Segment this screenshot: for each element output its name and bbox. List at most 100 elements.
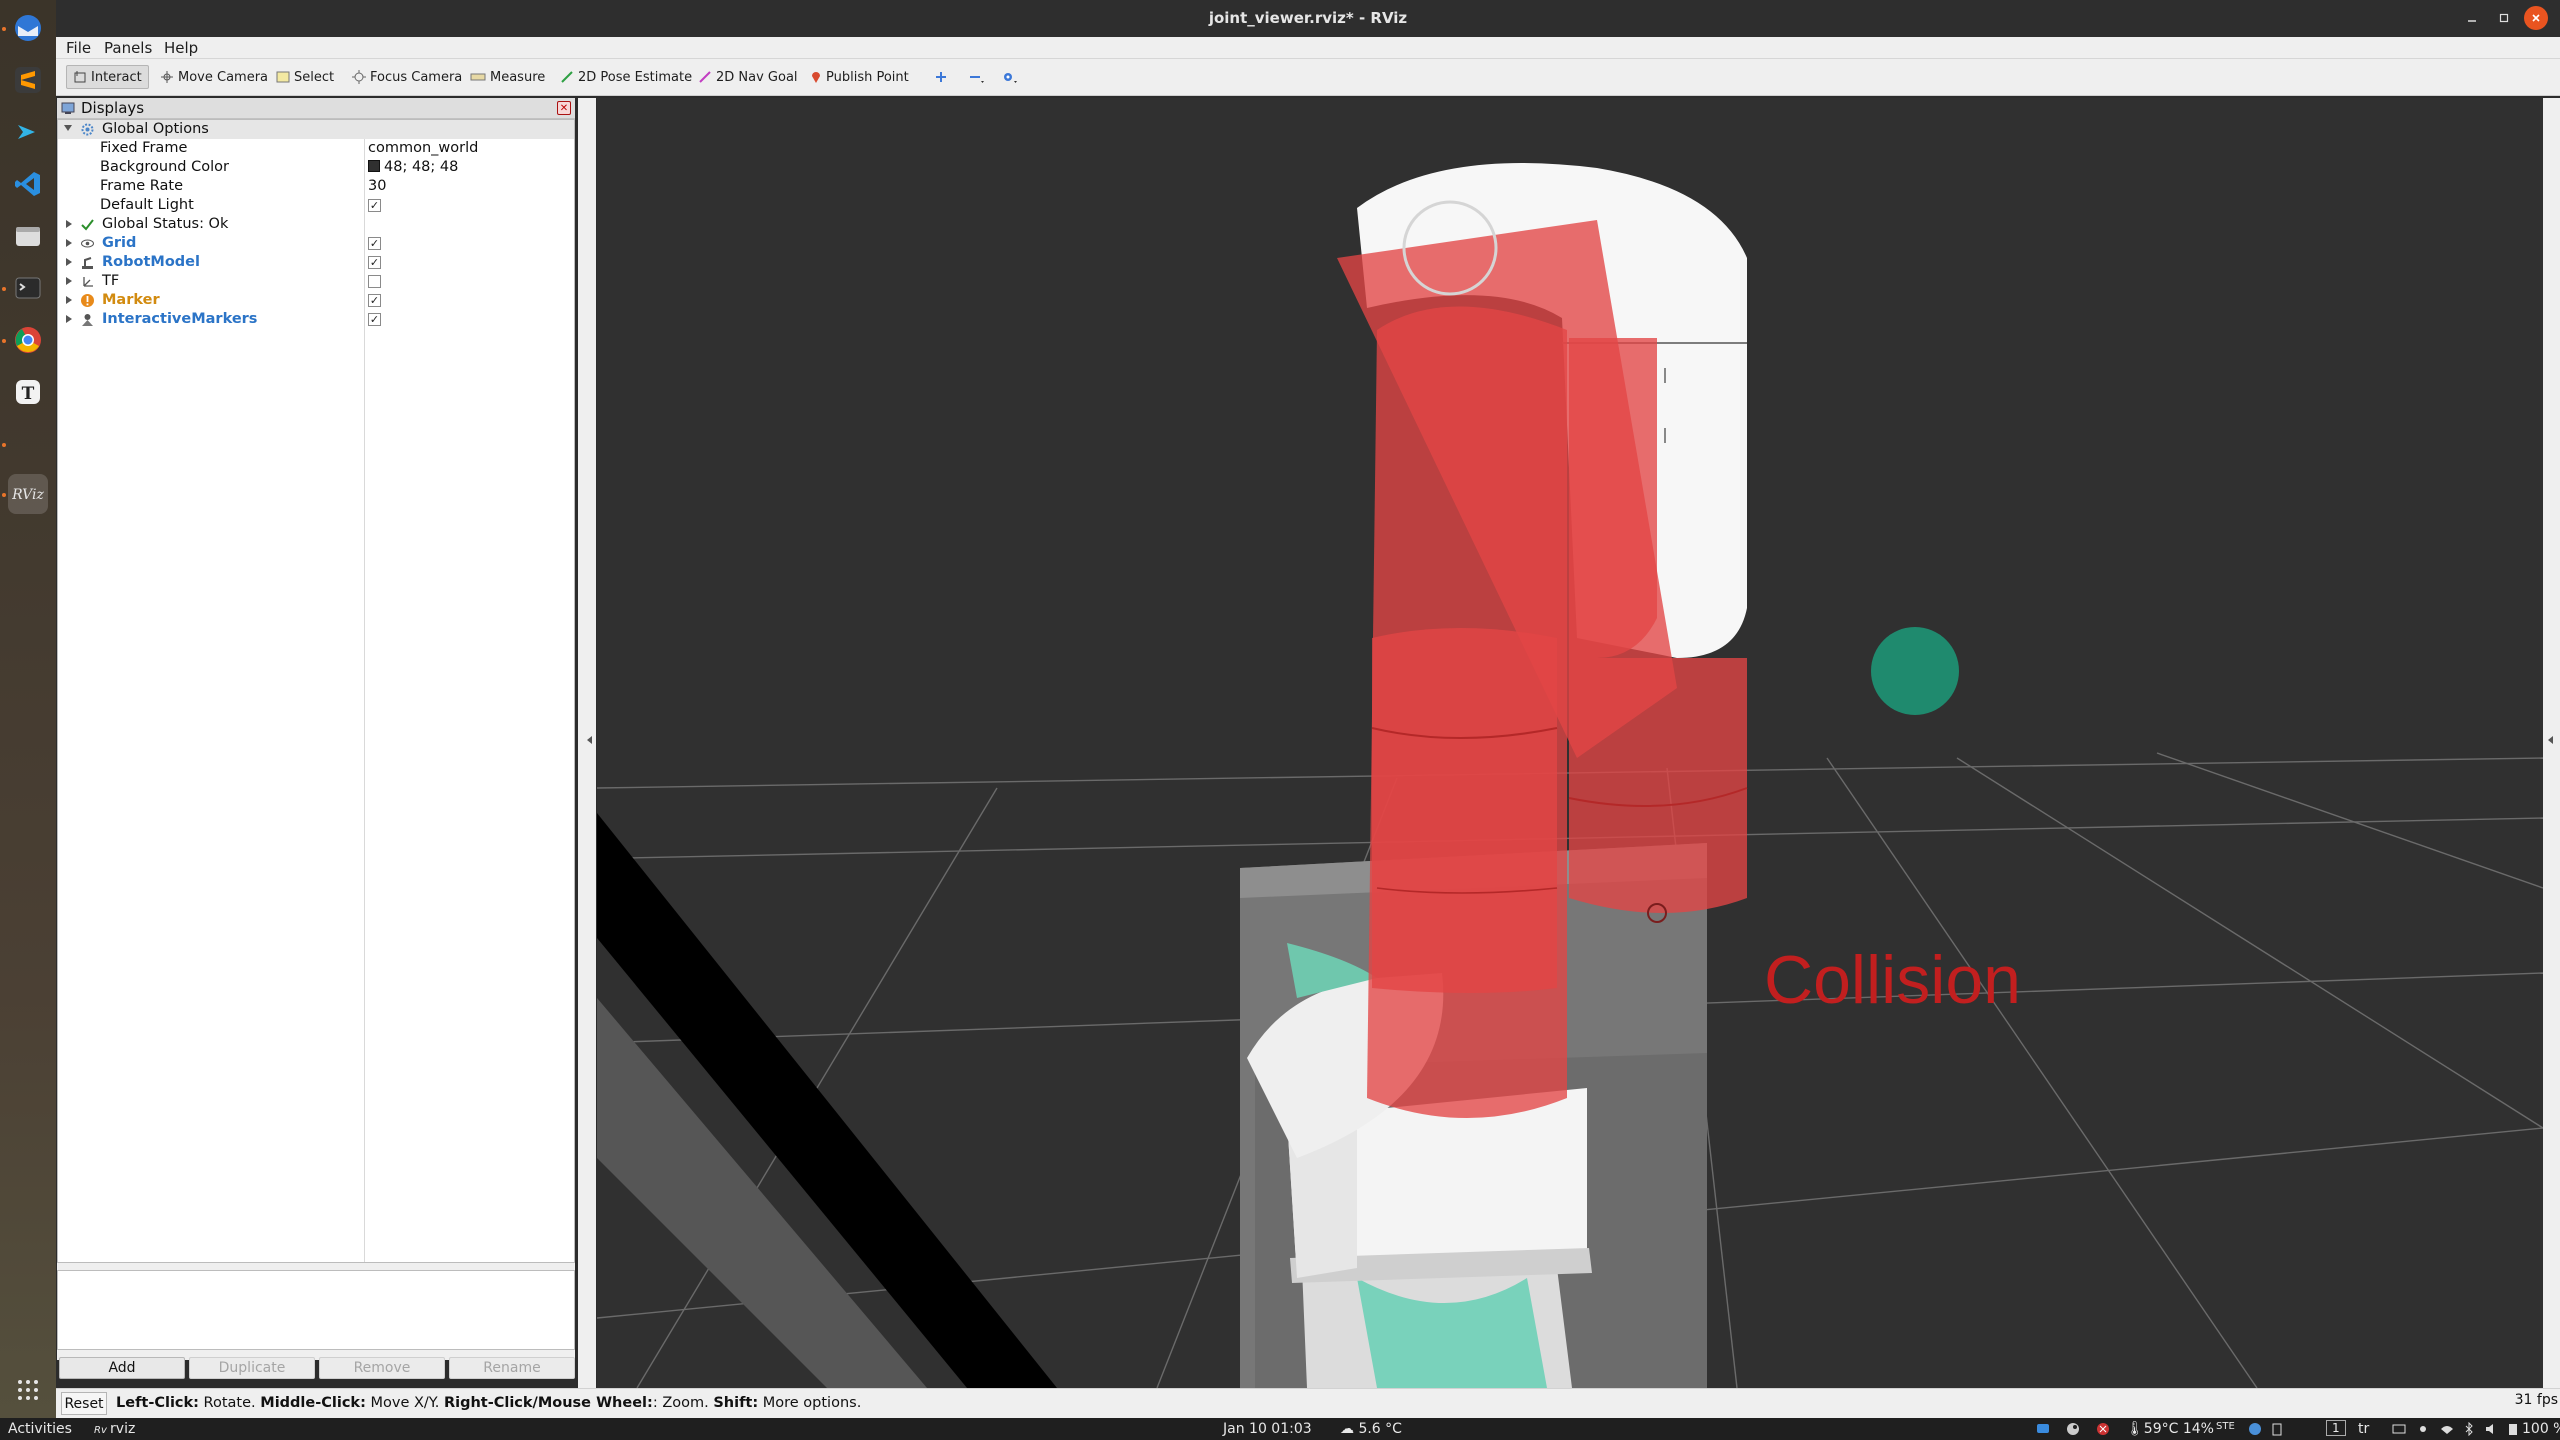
tree-row-default-light[interactable]: Default Light ✓ — [58, 196, 574, 215]
bluetooth-icon[interactable] — [2462, 1422, 2476, 1436]
weather-icon: ☁ — [1340, 1421, 1359, 1437]
hint-middle-click-key: Middle-Click: — [260, 1395, 366, 1411]
minus-icon — [968, 70, 984, 84]
ruler-icon — [470, 72, 486, 82]
marker-checkbox[interactable]: ✓ — [368, 294, 381, 307]
tree-row-frame-rate[interactable]: Frame Rate 30 — [58, 177, 574, 196]
rename-display-button[interactable]: Rename — [449, 1357, 575, 1379]
globe-icon[interactable] — [2248, 1422, 2262, 1436]
reset-button[interactable]: Reset — [61, 1392, 107, 1415]
panel-splitter[interactable] — [578, 98, 596, 1388]
terminal-arrow-icon[interactable] — [8, 112, 48, 152]
background-color-text: 48; 48; 48 — [384, 159, 459, 175]
expand-arrow-icon[interactable] — [66, 296, 72, 304]
select-tool[interactable]: Select — [270, 65, 340, 89]
tree-row-grid[interactable]: Grid ✓ — [58, 234, 574, 253]
background-color-value[interactable]: 48; 48; 48 — [368, 159, 458, 175]
background-color-label: Background Color — [100, 159, 229, 175]
interactivemarkers-checkbox[interactable]: ✓ — [368, 313, 381, 326]
weather-indicator[interactable]: ☁ 5.6 °C — [1340, 1421, 1402, 1437]
render-viewport[interactable]: Collision — [597, 98, 2543, 1388]
keyboard-layout[interactable]: tr — [2358, 1421, 2369, 1437]
brightness-icon[interactable] — [2416, 1422, 2430, 1436]
tree-row-global-options[interactable]: Global Options — [58, 120, 574, 139]
tree-row-interactivemarkers[interactable]: InteractiveMarkers ✓ — [58, 310, 574, 329]
activities-button[interactable]: Activities — [8, 1421, 72, 1437]
frame-rate-value[interactable]: 30 — [368, 178, 386, 194]
minimize-button[interactable] — [2460, 6, 2484, 30]
ste-indicator[interactable]: STE — [2216, 1421, 2235, 1432]
alert-icon[interactable] — [2096, 1422, 2110, 1436]
expand-arrow-icon[interactable] — [64, 125, 72, 131]
tree-row-global-status[interactable]: Global Status: Ok — [58, 215, 574, 234]
tree-row-tf[interactable]: TF — [58, 272, 574, 291]
expand-arrow-icon[interactable] — [66, 277, 72, 285]
vscode-icon[interactable] — [8, 164, 48, 204]
clipboard-icon[interactable] — [2270, 1422, 2284, 1436]
fixed-frame-value[interactable]: common_world — [368, 140, 478, 156]
duplicate-display-button[interactable]: Duplicate — [189, 1357, 315, 1379]
tree-row-marker[interactable]: Marker ✓ — [58, 291, 574, 310]
close-button[interactable] — [2524, 6, 2548, 30]
add-tool-button[interactable] — [928, 65, 958, 89]
battery-text: 100 % — [2522, 1421, 2560, 1437]
measure-tool[interactable]: Measure — [464, 65, 551, 89]
default-light-label: Default Light — [100, 197, 194, 213]
interact-tool[interactable]: Interact — [66, 65, 149, 89]
tree-row-fixed-frame[interactable]: Fixed Frame common_world — [58, 139, 574, 158]
maximize-button[interactable] — [2492, 6, 2516, 30]
tool-properties-button[interactable] — [996, 65, 1028, 89]
focus-camera-tool[interactable]: Focus Camera — [346, 65, 468, 89]
tool-bar: Interact Move Camera Select Focus Camera… — [56, 59, 2560, 96]
cpu-indicator[interactable]: 🌡59°C 14% — [2126, 1421, 2214, 1437]
add-display-button[interactable]: Add — [59, 1357, 185, 1379]
nav-goal-tool[interactable]: 2D Nav Goal — [692, 65, 804, 89]
menu-panels[interactable]: Panels — [104, 39, 152, 57]
collapse-right-icon[interactable] — [2548, 736, 2553, 744]
menu-help[interactable]: Help — [164, 39, 198, 57]
sublime-text-icon[interactable] — [8, 60, 48, 100]
menu-file[interactable]: File — [66, 39, 91, 57]
expand-arrow-icon[interactable] — [66, 258, 72, 266]
remove-display-button[interactable]: Remove — [319, 1357, 445, 1379]
tree-row-robotmodel[interactable]: RobotModel ✓ — [58, 253, 574, 272]
files-icon[interactable] — [8, 216, 48, 256]
hint-middle-click-val: Move X/Y. — [365, 1395, 444, 1411]
battery-icon[interactable] — [2506, 1422, 2520, 1436]
steam-icon[interactable] — [2066, 1422, 2080, 1436]
publish-point-tool[interactable]: Publish Point — [804, 65, 915, 89]
expand-arrow-icon[interactable] — [66, 315, 72, 323]
screen-icon[interactable] — [2392, 1422, 2406, 1436]
tf-label: TF — [102, 273, 120, 289]
robotmodel-checkbox[interactable]: ✓ — [368, 256, 381, 269]
clock[interactable]: Jan 10 01:03 — [1223, 1421, 1312, 1437]
rviz-small-icon: Rv — [94, 1425, 111, 1436]
scene-render[interactable]: Collision — [597, 98, 2543, 1388]
volume-icon[interactable] — [2484, 1422, 2498, 1436]
chat-icon[interactable] — [2036, 1422, 2050, 1436]
network-icon[interactable] — [2440, 1422, 2454, 1436]
terminal-icon[interactable] — [8, 268, 48, 308]
tf-checkbox[interactable] — [368, 275, 381, 288]
tree-row-background-color[interactable]: Background Color 48; 48; 48 — [58, 158, 574, 177]
pose-estimate-tool[interactable]: 2D Pose Estimate — [554, 65, 698, 89]
collapse-left-icon[interactable] — [587, 736, 592, 744]
grid-checkbox[interactable]: ✓ — [368, 237, 381, 250]
rviz-icon[interactable]: RViz — [8, 474, 48, 514]
show-apps-icon[interactable] — [8, 1370, 48, 1410]
move-camera-tool[interactable]: Move Camera — [154, 65, 274, 89]
tf-axes-icon — [80, 274, 95, 289]
grid-label: Grid — [102, 235, 137, 251]
panel-close-icon[interactable]: ✕ — [557, 101, 571, 115]
workspace-indicator[interactable]: 1 — [2326, 1420, 2346, 1436]
thunderbird-icon[interactable] — [8, 8, 48, 48]
default-light-checkbox[interactable]: ✓ — [368, 199, 381, 212]
global-status-label: Global Status: Ok — [102, 216, 229, 232]
expand-arrow-icon[interactable] — [66, 220, 72, 228]
rviz-app-menu[interactable]: Rv rviz — [94, 1421, 135, 1437]
expand-arrow-icon[interactable] — [66, 239, 72, 247]
typora-icon[interactable]: T — [8, 372, 48, 412]
right-splitter[interactable] — [2543, 98, 2560, 1388]
remove-tool-button[interactable] — [962, 65, 994, 89]
chrome-icon[interactable] — [8, 320, 48, 360]
